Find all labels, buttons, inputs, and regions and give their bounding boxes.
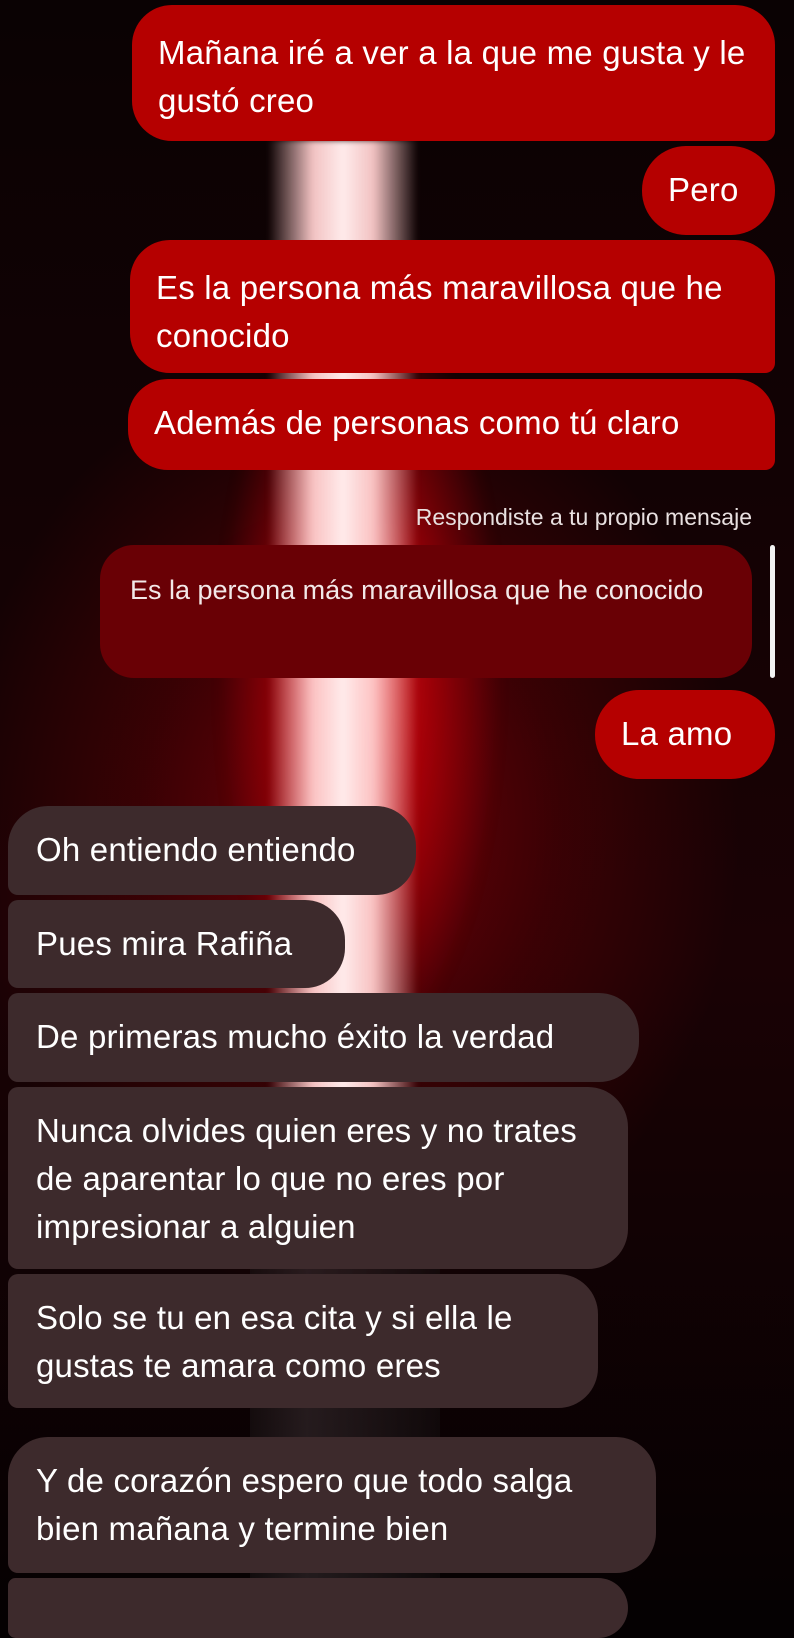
reply-context-label: Respondiste a tu propio mensaje	[415, 504, 752, 530]
received-message[interactable]: Oh entiendo entiendo	[8, 806, 416, 895]
received-message[interactable]: Y de corazón espero que todo salga bien …	[8, 1437, 656, 1573]
sent-message[interactable]: Además de personas como tú claro	[128, 379, 775, 470]
received-message[interactable]: De primeras mucho éxito la verdad	[8, 993, 639, 1082]
sent-message[interactable]: Es la persona más maravillosa que he con…	[130, 240, 775, 373]
sent-message[interactable]: Pero	[642, 146, 775, 235]
received-message[interactable]: Nunca olvides quien eres y no trates de …	[8, 1087, 628, 1269]
received-message-partial[interactable]	[8, 1578, 628, 1638]
sent-message-reply[interactable]: La amo	[595, 690, 775, 779]
received-message[interactable]: Pues mira Rafiña	[8, 900, 345, 988]
message-thread: Mañana iré a ver a la que me gusta y le …	[0, 0, 794, 1638]
sent-message[interactable]: Mañana iré a ver a la que me gusta y le …	[132, 5, 775, 141]
quoted-message[interactable]: Es la persona más maravillosa que he con…	[100, 545, 752, 678]
reply-indicator-bar	[770, 545, 775, 678]
received-message[interactable]: Solo se tu en esa cita y si ella le gust…	[8, 1274, 598, 1408]
